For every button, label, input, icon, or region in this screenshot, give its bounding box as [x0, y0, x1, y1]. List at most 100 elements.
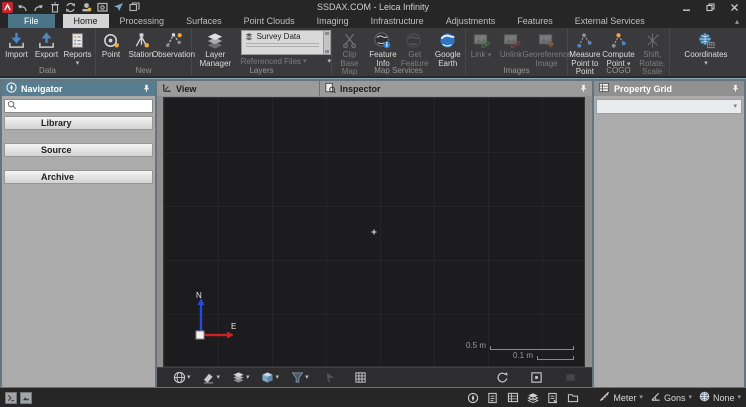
command-line-button[interactable] — [5, 392, 17, 404]
dropdown-arrow-icon: ▾ — [704, 60, 708, 67]
view-axis-icon — [161, 82, 172, 95]
scale-bar-major: 0.5 m — [466, 342, 574, 350]
tab-file[interactable]: File — [8, 14, 55, 28]
get-feature-button[interactable]: Get Feature — [399, 30, 431, 68]
layer-item[interactable]: Survey Data — [244, 32, 321, 41]
navigator-section-archive[interactable]: Archive — [4, 170, 153, 184]
tab-infrastructure[interactable]: Infrastructure — [360, 14, 435, 28]
button-label: Observation — [152, 51, 195, 60]
reset-rotation-button[interactable] — [494, 370, 510, 386]
dropdown-arrow-icon[interactable]: ▾ — [305, 374, 309, 381]
close-button[interactable] — [722, 0, 746, 14]
reports-button[interactable]: Reports ▾ — [61, 30, 93, 67]
project-folder-icon[interactable] — [566, 391, 579, 404]
link-image-button[interactable]: Link ▾ — [466, 30, 496, 60]
dropdown-arrow-icon[interactable]: ▾ — [187, 374, 191, 381]
tab-surfaces[interactable]: Surfaces — [175, 14, 233, 28]
gallery-scroll-up[interactable] — [325, 32, 329, 35]
minimize-button[interactable] — [674, 0, 698, 14]
tab-adjustments[interactable]: Adjustments — [435, 14, 507, 28]
new-window-button[interactable] — [128, 1, 141, 13]
new-point-button[interactable]: Point — [96, 30, 126, 60]
google-earth-button[interactable]: Google Earth — [431, 30, 465, 68]
tab-processing[interactable]: Processing — [109, 14, 176, 28]
coordinate-system-select[interactable]: None ▾ — [699, 391, 741, 404]
property-grid-header[interactable]: Property Grid — [594, 81, 744, 96]
sync-button[interactable] — [64, 1, 77, 13]
gallery-scroll-down[interactable] — [325, 50, 329, 53]
center-panel-headers: View Inspector — [157, 81, 592, 96]
ribbon-group-layers: Layer Manager Survey Data — [192, 28, 332, 76]
gallery-dropdown-icon[interactable]: ▾ — [327, 58, 331, 65]
tab-imaging[interactable]: Imaging — [306, 14, 360, 28]
property-grid-panel-toggle-icon[interactable] — [506, 391, 519, 404]
gallery-scrollbar[interactable] — [323, 31, 330, 54]
layer-manager-button[interactable]: Layer Manager — [192, 30, 239, 68]
view-header[interactable]: View — [157, 81, 319, 96]
navigator-header[interactable]: Navigator — [2, 81, 155, 96]
feature-info-button[interactable]: Feature Info — [367, 30, 399, 68]
background-map-button[interactable] — [171, 370, 187, 386]
dropdown-arrow-icon: ▾ — [303, 58, 307, 65]
dropdown-arrow-icon[interactable]: ▾ — [276, 374, 280, 381]
send-button[interactable] — [112, 1, 125, 13]
tab-home[interactable]: Home — [63, 14, 109, 28]
pin-icon[interactable] — [142, 84, 151, 93]
navigator-section-library[interactable]: Library — [4, 116, 153, 130]
delete-button[interactable] — [48, 1, 61, 13]
point-icon — [102, 30, 121, 50]
stamp-button[interactable] — [80, 1, 93, 13]
distance-unit-value: Meter — [613, 393, 636, 403]
archive-box-button[interactable] — [96, 1, 109, 13]
layers-visibility-button[interactable] — [230, 370, 246, 386]
grid-toggle-button[interactable] — [353, 370, 369, 386]
view-body: N E 0.5 m 0.1 m — [157, 96, 592, 387]
dropdown-arrow-icon[interactable]: ▾ — [246, 374, 250, 381]
view-toolbar: ▾ ▾ ▾ ▾ ▾ — [157, 367, 592, 387]
navigator-title: Navigator — [21, 84, 63, 94]
view-3d-cube-button[interactable] — [260, 370, 276, 386]
navigator-section-source[interactable]: Source — [4, 143, 153, 157]
unlink-image-button[interactable]: Unlink — [496, 30, 526, 60]
pin-icon[interactable] — [579, 84, 588, 93]
tab-point-clouds[interactable]: Point Clouds — [233, 14, 306, 28]
ribbon-group-coordinates: Coordinates ▾ — [670, 28, 742, 76]
search-input[interactable] — [19, 100, 152, 112]
pin-icon[interactable] — [731, 84, 740, 93]
property-grid-object-select[interactable]: ▾ — [596, 99, 742, 114]
coordinates-button[interactable]: Coordinates ▾ — [682, 30, 729, 67]
layers-panel-toggle-icon[interactable] — [526, 391, 539, 404]
zoom-extents-button[interactable] — [528, 370, 544, 386]
gallery-divider — [246, 46, 319, 47]
import-icon — [7, 30, 26, 50]
angle-unit-select[interactable]: Gons ▾ — [650, 391, 692, 404]
snapshot-button[interactable] — [20, 392, 32, 404]
tab-features[interactable]: Features — [506, 14, 564, 28]
redo-button[interactable] — [32, 1, 45, 13]
distance-unit-select[interactable]: Meter ▾ — [599, 391, 643, 404]
georeference-image-button[interactable]: Georeference Image — [526, 30, 567, 68]
eraser-tool-button[interactable] — [201, 370, 217, 386]
dropdown-arrow-icon: ▾ — [688, 394, 692, 401]
shift-rotate-scale-icon — [643, 30, 662, 50]
compute-point-button[interactable]: Compute Point ▾ — [602, 30, 636, 68]
new-observation-button[interactable]: Observation — [156, 30, 191, 60]
navigator-panel-toggle-icon[interactable] — [466, 391, 479, 404]
export-button[interactable]: Export — [31, 30, 61, 60]
reports-panel-toggle-icon[interactable] — [546, 391, 559, 404]
button-label: Export — [35, 51, 58, 60]
fullscreen-button[interactable] — [562, 370, 578, 386]
layers-gallery[interactable]: Survey Data — [241, 30, 331, 55]
inspector-header[interactable]: Inspector — [320, 81, 592, 96]
inspector-panel-toggle-icon[interactable] — [486, 391, 499, 404]
tab-external-services[interactable]: External Services — [564, 14, 656, 28]
map-canvas[interactable]: N E 0.5 m 0.1 m — [163, 97, 585, 367]
undo-button[interactable] — [16, 1, 29, 13]
collapse-ribbon-icon[interactable]: ▴ — [735, 14, 739, 28]
dropdown-arrow-icon[interactable]: ▾ — [217, 374, 221, 381]
app-logo-icon[interactable] — [2, 2, 13, 13]
navigator-search[interactable] — [4, 99, 153, 113]
filter-button[interactable] — [289, 370, 305, 386]
restore-button[interactable] — [698, 0, 722, 14]
import-button[interactable]: Import — [1, 30, 31, 60]
